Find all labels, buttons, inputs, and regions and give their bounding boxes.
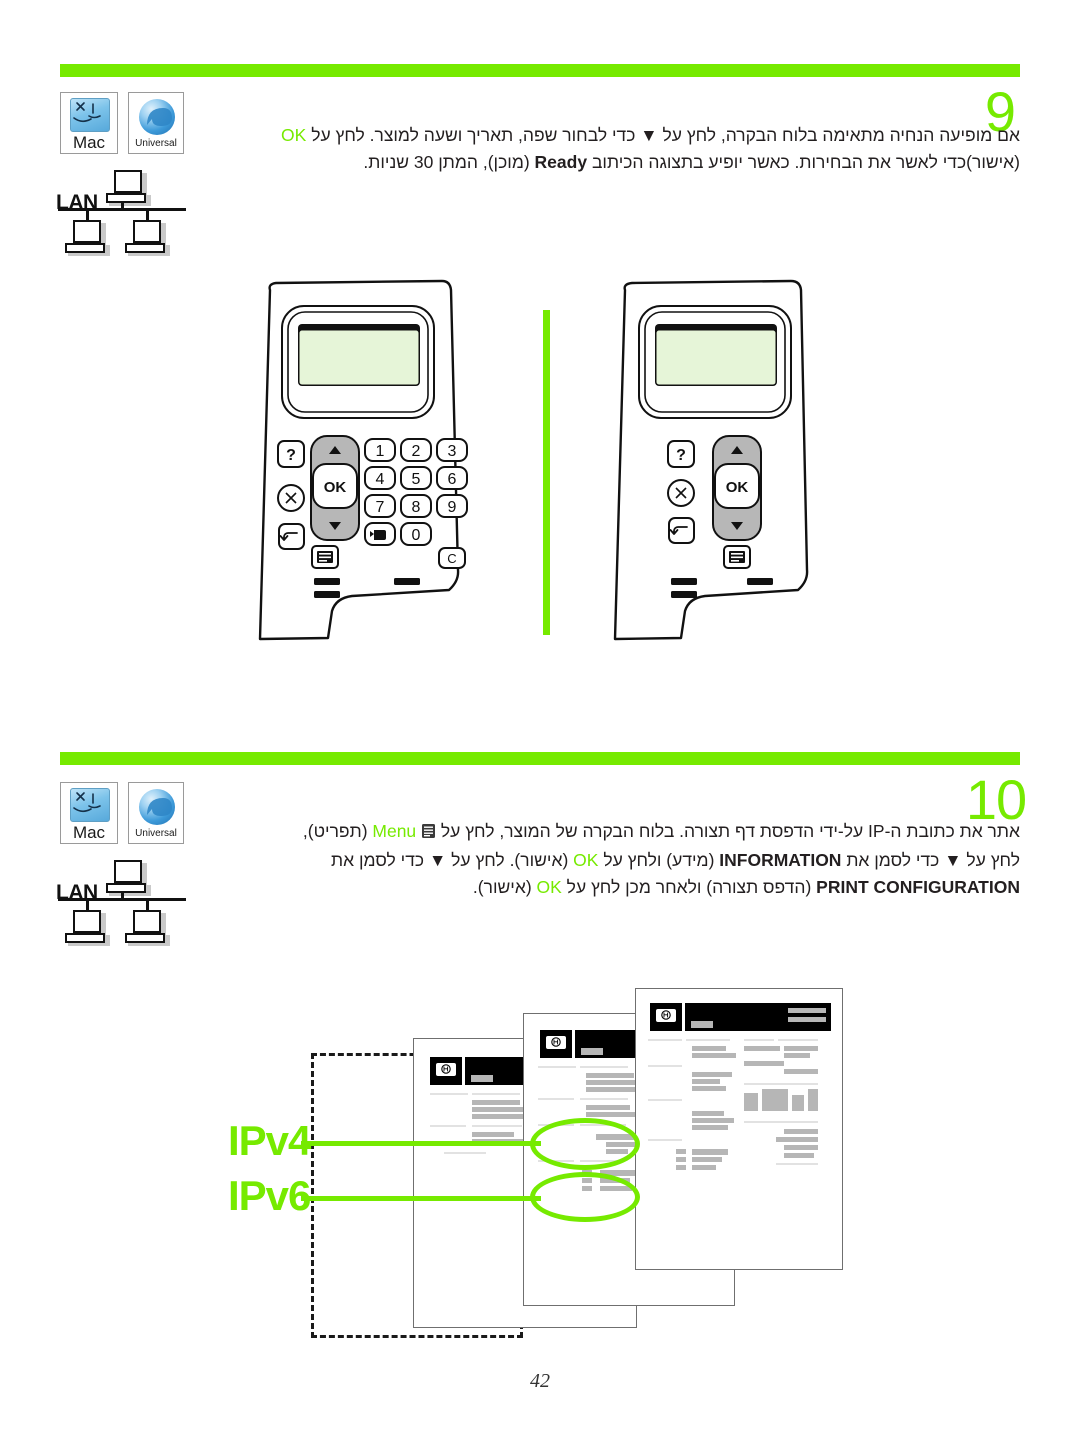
universal-sphere-icon [139, 99, 175, 135]
hp-logo-back [441, 1064, 451, 1074]
lan-drop-right [146, 208, 149, 220]
svg-text:9: 9 [448, 499, 457, 516]
svg-text:7: 7 [376, 499, 385, 516]
print-configuration-keyword: PRINT CONFIGURATION [816, 877, 1020, 897]
lan-drop-right-2 [146, 898, 149, 910]
hp-logo-middle [551, 1037, 561, 1047]
svg-text:5: 5 [412, 471, 421, 488]
panel-divider-rule [543, 310, 550, 635]
ok-label-10a: OK [573, 850, 599, 870]
step-10-text-d: כדי לסמן את [841, 850, 945, 870]
menu-word: Menu [372, 821, 417, 841]
ipv6-callout-ellipse [530, 1172, 640, 1222]
universal-sphere-icon-2 [139, 789, 175, 825]
down-arrow-icon-10b: ▼ [428, 850, 447, 870]
step-9-text-a: אם מופיעה הנחיה מתאימה בלוח הבקרה, לחץ ע… [657, 125, 1020, 145]
step-9-text-d: כדי לאשר את הבחירות. כאשר יופיע בתצוגה ה… [587, 152, 967, 172]
step-10-green-rule [60, 752, 1020, 765]
svg-text:?: ? [286, 447, 296, 464]
step-10-text-c: לחץ על [961, 850, 1020, 870]
platform-icon-mac-label: Mac [72, 133, 106, 152]
mac-finder-icon [70, 98, 110, 132]
universal-swirl-svg-2 [147, 798, 172, 816]
control-panel-with-keypad: ? OK 1 2 3 4 5 6 7 8 9 0 C [252, 278, 522, 643]
ipv6-leader-line [301, 1196, 541, 1201]
svg-text:3: 3 [448, 443, 457, 460]
step-9-text-c: (אישור) [966, 152, 1020, 172]
menu-icon [422, 824, 436, 838]
step-10-text-e: (מידע) ולחץ על [598, 850, 720, 870]
mac-face-svg-2 [73, 792, 101, 813]
mac-finder-icon-2 [70, 788, 110, 822]
step-9-green-rule [60, 64, 1020, 77]
svg-text:4: 4 [376, 471, 385, 488]
svg-text:8: 8 [412, 499, 421, 516]
svg-text:2: 2 [412, 443, 421, 460]
control-panel-no-keypad: ? OK [595, 278, 845, 643]
ipv6-label: IPv6 [228, 1172, 311, 1219]
control-panel-with-keypad-svg: ? OK 1 2 3 4 5 6 7 8 9 0 C [258, 279, 468, 641]
svg-text:OK: OK [726, 479, 749, 496]
down-arrow-icon-10a: ▼ [944, 850, 962, 870]
ipv4-callout-ellipse [530, 1118, 640, 1170]
ok-label-10b: OK [536, 877, 562, 897]
step-9-text-e: (מוכן), המתן 30 שניות. [363, 152, 535, 172]
platform-icon-universal-2: Universal [128, 782, 184, 844]
platform-icon-universal-label-2: Universal [135, 828, 177, 839]
svg-text:OK: OK [324, 479, 347, 496]
svg-text:C: C [447, 551, 456, 566]
platform-icon-mac-label-2: Mac [72, 823, 106, 842]
universal-swirl-svg [147, 108, 172, 126]
hp-logo-front [661, 1010, 671, 1020]
step-10-text-h: (הדפס תצורה) ולאחר מכן לחץ על [561, 877, 817, 897]
step-10-text-a: אתר את כתובת ה-IP על-ידי הדפסת דף תצורה.… [436, 821, 1020, 841]
platform-icon-mac: Mac [60, 92, 118, 154]
step-10-text-i: (אישור). [472, 877, 537, 897]
control-panel-no-keypad-svg: ? OK [613, 279, 809, 641]
step-9-instructions: אם מופיעה הנחיה מתאימה בלוח הבקרה, לחץ ע… [240, 122, 1020, 176]
step-10-text-b: (תפריט), [302, 821, 373, 841]
lan-label-step-9: LAN [56, 191, 98, 214]
mac-face-svg [73, 102, 101, 123]
platform-icon-mac-2: Mac [60, 782, 118, 844]
platform-icon-universal-label: Universal [135, 138, 177, 149]
page-number: 42 [530, 1370, 550, 1392]
platform-icon-universal: Universal [128, 92, 184, 154]
lan-drop-top-2 [121, 893, 124, 899]
config-page-front [635, 988, 843, 1270]
menu-icon-label: Menu [372, 821, 436, 841]
lan-drop-top [121, 203, 124, 209]
step-10-text-g: כדי לסמן את [331, 850, 429, 870]
information-keyword: INFORMATION [719, 850, 842, 870]
step-10-instructions: אתר את כתובת ה-IP על-ידי הדפסת דף תצורה.… [280, 818, 1020, 901]
ok-label-9a: OK [281, 125, 307, 145]
lan-label-step-10: LAN [56, 881, 98, 904]
ipv4-leader-line [301, 1141, 541, 1146]
svg-text:1: 1 [376, 443, 385, 460]
step-10-text-f: (אישור). לחץ על [446, 850, 574, 870]
step-9-text-b: כדי לבחור שפה, תאריך ושעה למוצר. לחץ על [306, 125, 641, 145]
ipv4-label: IPv4 [228, 1117, 311, 1164]
down-arrow-icon-9a: ▼ [640, 125, 658, 145]
svg-text:0: 0 [412, 527, 421, 544]
svg-text:6: 6 [448, 471, 457, 488]
svg-text:?: ? [676, 447, 686, 464]
ready-keyword: Ready [534, 152, 588, 172]
